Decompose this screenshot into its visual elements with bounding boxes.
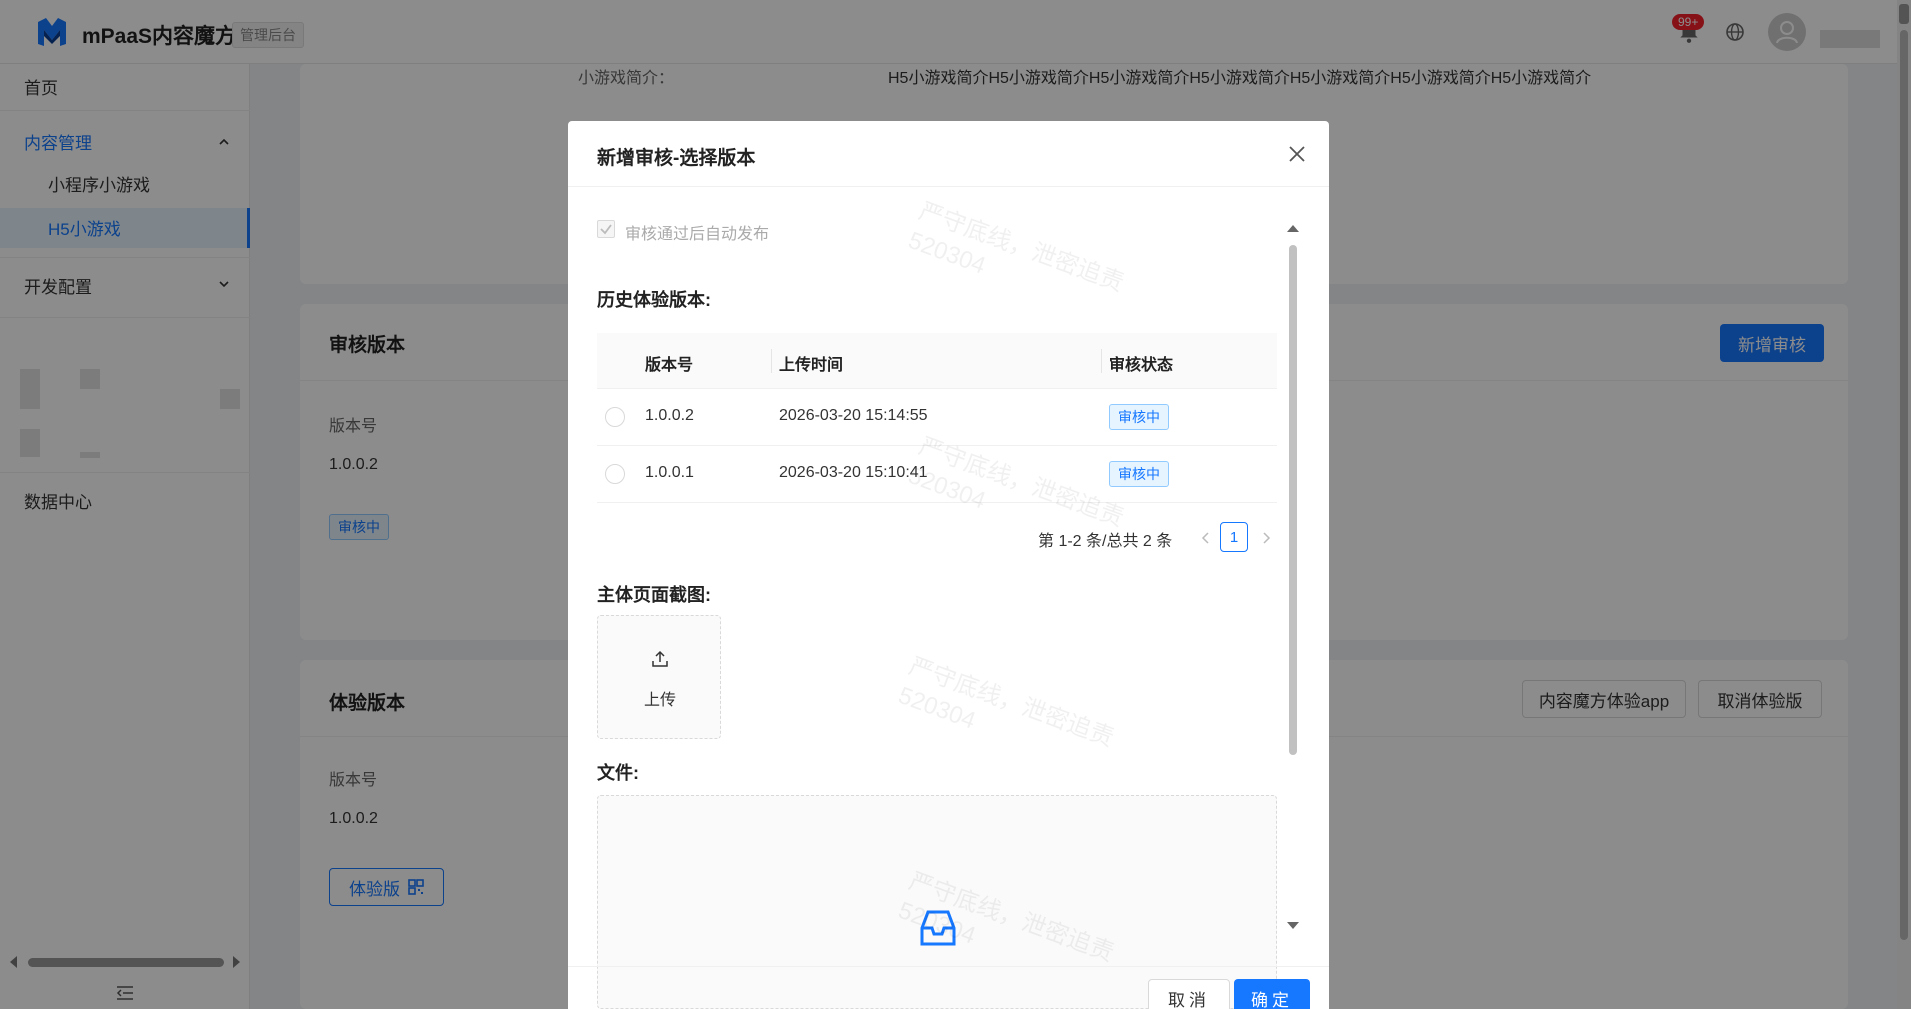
file-dragger[interactable] [597,795,1277,1009]
pagination-current-page[interactable]: 1 [1220,522,1248,552]
row-version: 1.0.0.2 [645,407,694,424]
upload-label: 上传 [643,692,676,709]
row-upload-time: 2026-03-20 15:10:41 [779,464,928,481]
row-upload-time: 2026-03-20 15:14:55 [779,407,928,424]
row-status-tag: 审核中 [1109,404,1169,430]
column-header-upload-time: 上传时间 [779,357,844,374]
column-separator [1101,349,1102,373]
modal-ok-button[interactable]: 确定 [1234,979,1310,1009]
watermark: 严守底线，泄密追责520304 [904,197,1128,298]
version-radio[interactable] [605,464,625,484]
history-table-header: 版本号 上传时间 审核状态 [597,333,1277,389]
row-version: 1.0.0.1 [645,464,694,481]
close-icon[interactable] [1286,143,1308,165]
column-separator [771,349,772,373]
auto-publish-label: 审核通过后自动发布 [625,226,770,243]
screenshot-title: 主体页面截图: [597,585,711,605]
table-row[interactable]: 1.0.0.1 2026-03-20 15:10:41 审核中 [597,446,1277,503]
column-header-status: 审核状态 [1109,357,1174,374]
modal-cancel-button[interactable]: 取消 [1148,979,1230,1009]
check-icon [600,224,612,235]
chevron-left-icon[interactable] [1200,531,1212,545]
pagination-summary: 第 1-2 条/总共 2 条 [1038,533,1173,550]
watermark: 严守底线，泄密追责520304 [894,652,1118,753]
screenshot-upload[interactable]: 上传 [597,615,721,739]
upload-icon [652,650,668,667]
modal-scrollbar-thumb[interactable] [1289,245,1297,755]
row-status-tag: 审核中 [1109,461,1169,487]
version-radio[interactable] [605,407,625,427]
modal-header-divider [568,186,1329,187]
modal-footer-divider [568,966,1329,967]
modal-title: 新增审核-选择版本 [597,148,756,169]
inbox-icon [920,910,956,946]
file-title: 文件: [597,763,639,783]
column-header-version: 版本号 [645,357,694,374]
table-row[interactable]: 1.0.0.2 2026-03-20 15:14:55 审核中 [597,389,1277,446]
add-review-modal: 新增审核-选择版本 审核通过后自动发布 历史体验版本: 版本号 上传时间 审核状… [568,121,1329,1009]
auto-publish-checkbox[interactable] [597,220,615,238]
scroll-down-icon[interactable] [1286,921,1300,931]
chevron-right-icon[interactable] [1260,531,1272,545]
history-versions-title: 历史体验版本: [597,290,711,310]
